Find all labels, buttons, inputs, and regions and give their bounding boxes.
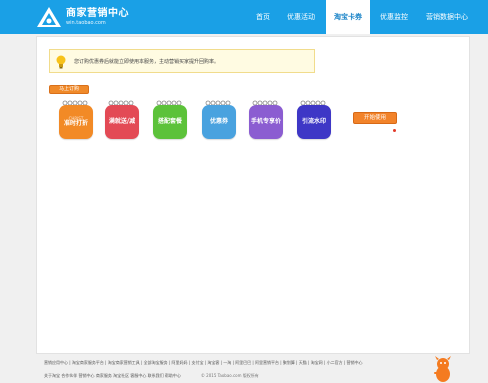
app-label: 满就送/减 <box>108 117 136 125</box>
nav-coupons[interactable]: 淘宝卡券 <box>326 0 370 34</box>
footer-bottom: 关于淘宝 合作伙伴 营销中心 商家服务 淘宝社区 客服中心 联系我们 帮助中心 … <box>44 373 424 381</box>
content-panel: 您订购优惠券后就能立即使用本服务，主动营销买家提升回购率。 马上订购 CHRIS… <box>36 36 470 354</box>
app-mobile-price[interactable]: 手机专享价 <box>249 99 283 141</box>
nav-monitor[interactable]: 优惠监控 <box>370 0 418 34</box>
nav-data-center[interactable]: 营销数据中心 <box>418 0 476 34</box>
app-timed-discount[interactable]: CHRIST 准时打折 <box>59 99 93 141</box>
start-using-button[interactable]: 开始使用 <box>353 112 397 124</box>
app-label: 搭配套餐 <box>157 117 182 125</box>
mascot-icon <box>432 356 454 383</box>
app-traffic-watermark[interactable]: 引流水印 <box>297 99 331 141</box>
footer-bottom-links[interactable]: 关于淘宝 合作伙伴 营销中心 商家服务 淘宝社区 客服中心 联系我们 帮助中心 <box>44 373 181 381</box>
app-label: 优惠券 <box>209 117 228 125</box>
header-bar: 商家营销中心 win.taobao.com 首页 优惠活动 淘宝卡券 优惠监控 … <box>0 0 488 34</box>
logo-text: 商家营销中心 win.taobao.com <box>66 7 129 26</box>
app-label: 引流水印 <box>301 117 326 125</box>
footer-links[interactable]: 营销应用中心 | 淘宝商家服务平台 | 淘宝商家营销工具 | 全部淘宝服务 | … <box>44 360 464 368</box>
app-tile: CHRIST 准时打折 <box>59 105 93 139</box>
subscribe-button[interactable]: 马上订购 <box>49 85 89 94</box>
top-nav: 首页 优惠活动 淘宝卡券 优惠监控 营销数据中心 <box>250 0 476 34</box>
app-tile: 满就送/减 <box>105 105 139 139</box>
app-full-reduction[interactable]: 满就送/减 <box>105 99 139 141</box>
nav-promotions[interactable]: 优惠活动 <box>276 0 326 34</box>
app-tile: 搭配套餐 <box>153 105 187 139</box>
logo-mark-icon <box>36 6 62 28</box>
app-tile: 引流水印 <box>297 105 331 139</box>
copyright: © 2015 Taobao.com 版权所有 <box>200 373 259 378</box>
tip-text: 您订购优惠券后就能立即使用本服务，主动营销买家提升回购率。 <box>74 58 220 65</box>
app-bundle-package[interactable]: 搭配套餐 <box>153 99 187 141</box>
app-sublabel: CHRIST <box>68 116 84 122</box>
nav-home[interactable]: 首页 <box>250 0 276 34</box>
logo[interactable]: 商家营销中心 win.taobao.com <box>36 4 136 30</box>
red-dot-indicator <box>393 129 396 132</box>
logo-subtitle: win.taobao.com <box>66 19 106 26</box>
app-label: 手机专享价 <box>250 117 281 125</box>
app-list: CHRIST 准时打折 满就送/减 搭配套餐 优惠券 手机专享价 引流水印 <box>59 99 389 145</box>
tip-box: 您订购优惠券后就能立即使用本服务，主动营销买家提升回购率。 <box>49 49 315 73</box>
app-coupon[interactable]: 优惠券 <box>202 99 236 141</box>
app-tile: 优惠券 <box>202 105 236 139</box>
lightbulb-icon <box>56 54 66 69</box>
app-label: 准时打折 <box>63 120 88 128</box>
app-tile: 手机专享价 <box>249 105 283 139</box>
logo-title: 商家营销中心 <box>66 7 129 19</box>
